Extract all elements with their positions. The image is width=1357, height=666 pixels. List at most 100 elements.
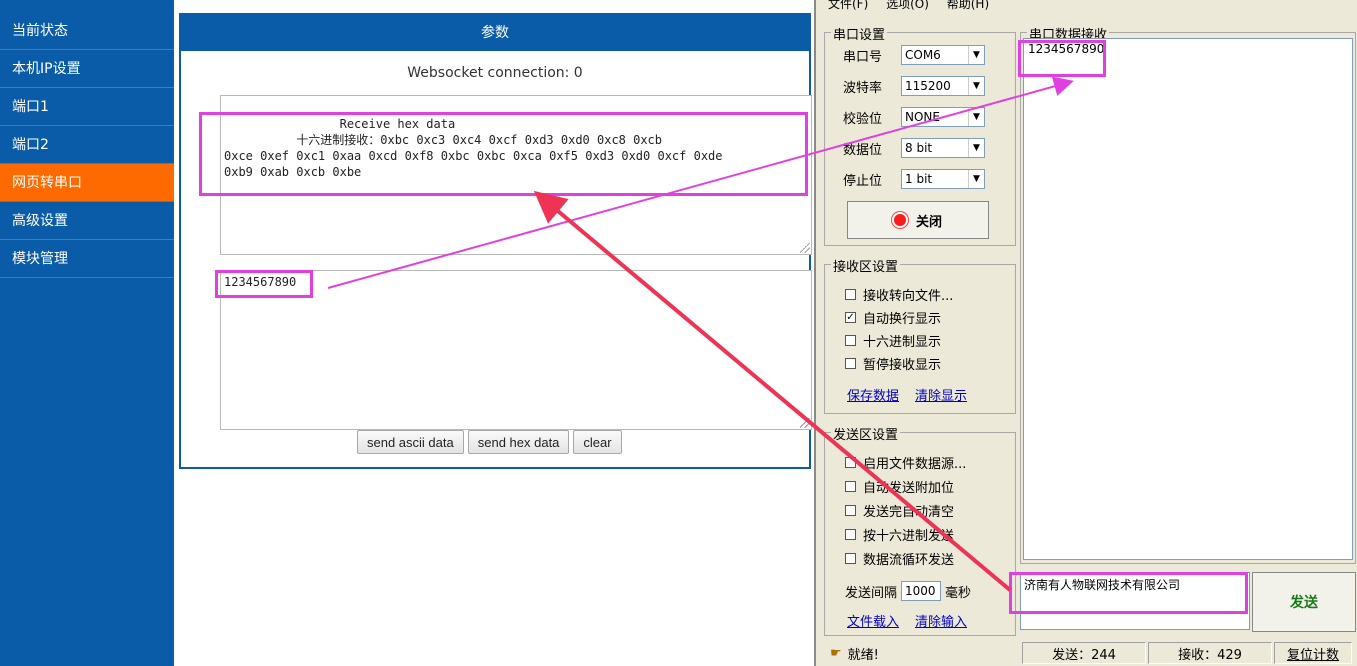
interval-label: 发送间隔 — [845, 585, 898, 601]
auto-wrap-checkbox[interactable]: ✓ 自动换行显示 — [845, 308, 941, 327]
sidebar-top — [0, 0, 174, 12]
close-port-button[interactable]: 关闭 — [847, 201, 989, 239]
load-file-link[interactable]: 文件载入 — [847, 611, 899, 630]
port-row: 串口号 COM6 ▼ — [843, 45, 985, 65]
checkbox-label: 自动发送附加位 — [863, 481, 955, 496]
data-bits-value: 8 bit — [905, 141, 933, 155]
auto-clear-checkbox[interactable]: 发送完自动清空 — [845, 501, 954, 520]
receive-textarea[interactable]: Receive hex data 十六进制接收：0xbc 0xc3 0xc4 0… — [220, 95, 812, 255]
websocket-status: Websocket connection: 0 — [407, 65, 583, 81]
checkbox-label: 按十六进制发送 — [863, 529, 955, 544]
stop-bits-select[interactable]: 1 bit ▼ — [901, 169, 985, 189]
close-port-label: 关闭 — [915, 214, 942, 230]
baud-label: 波特率 — [843, 80, 883, 96]
checkbox-box — [845, 335, 856, 346]
menu-bar: 文件(F) 选项(O) 帮助(H) — [816, 0, 1357, 13]
baud-value: 115200 — [905, 79, 951, 93]
interval-input[interactable]: 1000 — [901, 581, 942, 601]
save-data-link[interactable]: 保存数据 — [847, 385, 899, 404]
ready-text: 就绪! — [847, 647, 879, 663]
send-settings-title: 发送区设置 — [831, 424, 901, 443]
port-value: COM6 — [905, 48, 941, 62]
stop-bits-row: 停止位 1 bit ▼ — [843, 169, 985, 189]
checkbox-label: 暂停接收显示 — [863, 358, 942, 373]
chevron-down-icon: ▼ — [968, 46, 984, 64]
send-button[interactable]: 发送 — [1252, 572, 1356, 632]
checkbox-box — [845, 481, 856, 492]
sent-count: 发送：244 — [1022, 642, 1146, 664]
send-settings-group: 发送区设置 启用文件数据源... 自动发送附加位 发送完自动清空 按十六进制发送… — [824, 424, 1016, 636]
interval-row: 发送间隔 1000 毫秒 — [845, 581, 971, 601]
data-bits-row: 数据位 8 bit ▼ — [843, 138, 985, 158]
reset-count-button[interactable]: 复位计数 — [1274, 642, 1352, 664]
clear-button[interactable]: clear — [573, 430, 622, 454]
sidebar-item-module-management[interactable]: 模块管理 — [0, 240, 174, 278]
sidebar-item-port1[interactable]: 端口1 — [0, 88, 174, 126]
params-panel: 参数 Websocket connection: 0 Receive hex d… — [179, 13, 812, 469]
sidebar-item-web-to-serial[interactable]: 网页转串口 — [0, 164, 174, 202]
checkbox-box — [845, 457, 856, 468]
checkbox-label: 十六进制显示 — [863, 335, 942, 350]
checkbox-label: 发送完自动清空 — [863, 505, 955, 520]
checkbox-box — [845, 358, 856, 369]
chevron-down-icon: ▼ — [968, 139, 984, 157]
checkbox-box — [845, 529, 856, 540]
stop-bits-value: 1 bit — [905, 172, 933, 186]
resize-grip-icon[interactable] — [800, 243, 810, 253]
parity-label: 校验位 — [843, 111, 883, 127]
checkbox-label: 启用文件数据源... — [863, 457, 967, 472]
serial-tool-window: 文件(F) 选项(O) 帮助(H) 串口设置 串口号 COM6 ▼ 波特率 11… — [814, 0, 1357, 666]
menu-help[interactable]: 帮助(H) — [947, 0, 989, 11]
checkbox-box — [845, 505, 856, 516]
menu-options[interactable]: 选项(O) — [886, 0, 929, 11]
panel-title: 参数 — [181, 15, 809, 51]
pause-display-checkbox[interactable]: 暂停接收显示 — [845, 354, 941, 373]
interval-unit: 毫秒 — [945, 585, 972, 601]
baud-select[interactable]: 115200 ▼ — [901, 76, 985, 96]
receive-settings-title: 接收区设置 — [831, 256, 901, 275]
send-hex-button[interactable]: send hex data — [467, 430, 570, 454]
serial-receive-text: 1234567890 — [1028, 42, 1105, 56]
parity-select[interactable]: NONE ▼ — [901, 107, 985, 127]
sidebar-item-advanced[interactable]: 高级设置 — [0, 202, 174, 240]
checkbox-box — [845, 289, 856, 300]
serial-settings-group: 串口设置 串口号 COM6 ▼ 波特率 115200 ▼ 校验位 NONE ▼ … — [824, 24, 1016, 246]
port-label: 串口号 — [843, 49, 883, 65]
ready-status: ☛ 就绪! — [816, 642, 1020, 664]
stop-bits-label: 停止位 — [843, 173, 883, 189]
baud-row: 波特率 115200 ▼ — [843, 76, 985, 96]
sidebar-item-status[interactable]: 当前状态 — [0, 12, 174, 50]
send-ascii-button[interactable]: send ascii data — [357, 430, 464, 454]
hex-send-checkbox[interactable]: 按十六进制发送 — [845, 525, 954, 544]
clear-display-link[interactable]: 清除显示 — [915, 385, 967, 404]
recv-to-file-checkbox[interactable]: 接收转向文件... — [845, 285, 953, 304]
serial-send-text: 济南有人物联网技术有限公司 — [1024, 578, 1181, 592]
file-source-checkbox[interactable]: 启用文件数据源... — [845, 453, 966, 472]
loop-send-checkbox[interactable]: 数据流循环发送 — [845, 549, 954, 568]
chevron-down-icon: ▼ — [968, 77, 984, 95]
parity-value: NONE — [905, 110, 940, 124]
menu-file[interactable]: 文件(F) — [828, 0, 868, 11]
sidebar-item-port2[interactable]: 端口2 — [0, 126, 174, 164]
port-select[interactable]: COM6 ▼ — [901, 45, 985, 65]
resize-grip-icon[interactable] — [800, 418, 810, 428]
hex-display-checkbox[interactable]: 十六进制显示 — [845, 331, 941, 350]
data-bits-select[interactable]: 8 bit ▼ — [901, 138, 985, 158]
serial-receive-area[interactable]: 1234567890 — [1023, 38, 1353, 560]
serial-send-input[interactable]: 济南有人物联网技术有限公司 — [1020, 572, 1250, 630]
auto-append-checkbox[interactable]: 自动发送附加位 — [845, 477, 954, 496]
receive-settings-group: 接收区设置 接收转向文件... ✓ 自动换行显示 十六进制显示 暂停接收显示 保… — [824, 256, 1016, 414]
send-text: 1234567890 — [224, 275, 297, 289]
red-led-icon — [893, 214, 906, 226]
clear-input-link[interactable]: 清除输入 — [915, 611, 967, 630]
send-textarea[interactable]: 1234567890 — [220, 270, 812, 430]
checkbox-box — [845, 553, 856, 564]
serial-settings-title: 串口设置 — [831, 24, 888, 43]
receive-text: Receive hex data 十六进制接收：0xbc 0xc3 0xc4 0… — [224, 117, 723, 179]
checkmark-icon: ✓ — [845, 312, 856, 323]
hand-pointer-icon: ☛ — [830, 645, 842, 661]
chevron-down-icon: ▼ — [968, 170, 984, 188]
sidebar-item-ip-settings[interactable]: 本机IP设置 — [0, 50, 174, 88]
data-bits-label: 数据位 — [843, 142, 883, 158]
checkbox-label: 自动换行显示 — [863, 312, 942, 327]
